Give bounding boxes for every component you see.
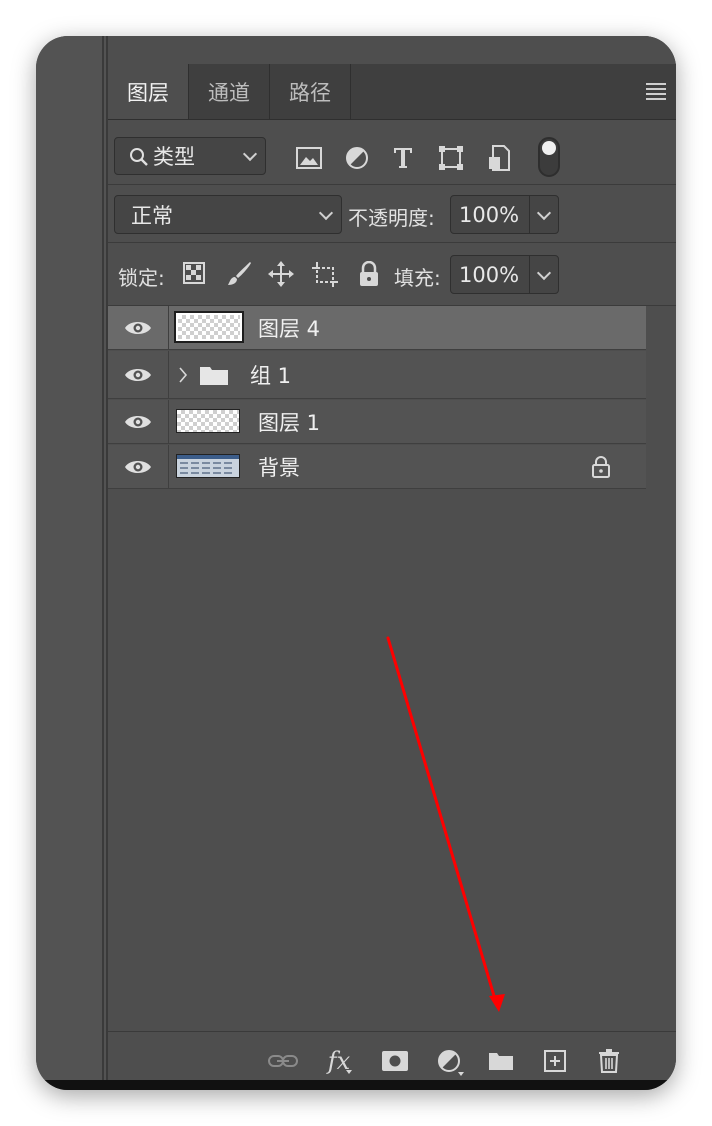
type-filter-icon[interactable]: [388, 144, 418, 172]
fill-label: 填充:: [394, 266, 441, 290]
folder-icon: [198, 363, 230, 387]
lock-transparent-pixels-icon[interactable]: [182, 261, 206, 285]
eye-icon: [125, 368, 151, 381]
adjustment-layer-icon[interactable]: [432, 1044, 466, 1078]
fill-input[interactable]: 100%: [450, 255, 530, 294]
layer-name[interactable]: 图层 1: [258, 400, 320, 443]
left-dock: [36, 36, 102, 1090]
filter-kind-label: 类型: [153, 145, 195, 169]
search-icon: [130, 148, 148, 166]
lock-artboard-icon[interactable]: [310, 259, 340, 289]
panel-menu-icon[interactable]: [646, 83, 666, 100]
chevron-right-icon[interactable]: [176, 365, 190, 385]
new-layer-icon[interactable]: [538, 1044, 572, 1078]
visibility-toggle[interactable]: [108, 351, 169, 398]
fill-dropdown-button[interactable]: [529, 255, 559, 294]
layer-mask-icon[interactable]: [378, 1044, 412, 1078]
opacity-dropdown-button[interactable]: [529, 195, 559, 234]
new-group-icon[interactable]: [484, 1044, 518, 1078]
lock-image-pixels-icon[interactable]: [224, 259, 254, 289]
layers-panel: 图层 通道 路径 类型 正常 不透明度: 100% 锁定: 填充: 100% 图…: [108, 36, 676, 1090]
layer-name[interactable]: 组 1: [250, 351, 291, 398]
layer-lock-icon: [590, 455, 612, 479]
layer-row[interactable]: 背景: [108, 445, 646, 489]
window-bottom-edge: [36, 1080, 676, 1090]
chevron-down-icon: [536, 205, 552, 220]
lock-position-icon[interactable]: [266, 259, 296, 289]
eye-icon: [125, 415, 151, 428]
lock-all-icon[interactable]: [356, 260, 382, 288]
link-layers-icon[interactable]: [266, 1044, 300, 1078]
chevron-down-icon: [318, 205, 334, 220]
delete-layer-icon[interactable]: [592, 1044, 626, 1078]
layer-row[interactable]: 组 1: [108, 351, 646, 399]
visibility-toggle[interactable]: [108, 306, 169, 349]
tab-paths-label: 路径: [289, 80, 331, 105]
chevron-down-icon: [536, 265, 552, 280]
smart-object-filter-icon[interactable]: [484, 144, 514, 172]
image-filter-icon[interactable]: [294, 144, 324, 172]
visibility-toggle[interactable]: [108, 400, 169, 443]
tab-channels[interactable]: 通道: [189, 64, 269, 119]
blend-row: 正常 不透明度: 100%: [108, 185, 676, 243]
layer-thumbnail[interactable]: [176, 409, 240, 433]
tab-layers[interactable]: 图层: [108, 64, 188, 119]
background-thumbnail[interactable]: [176, 454, 240, 478]
chevron-down-icon: [242, 146, 258, 162]
tab-layers-label: 图层: [127, 80, 169, 105]
tab-channels-label: 通道: [208, 80, 250, 105]
photoshop-window: 图层 通道 路径 类型 正常 不透明度: 100% 锁定: 填充: 100% 图…: [36, 36, 676, 1090]
shape-filter-icon[interactable]: [436, 144, 466, 172]
eye-icon: [125, 460, 151, 473]
opacity-value: 100%: [459, 202, 520, 227]
visibility-toggle[interactable]: [108, 445, 169, 488]
tab-paths[interactable]: 路径: [270, 64, 350, 119]
eye-icon: [125, 321, 151, 334]
tab-separator: [350, 64, 351, 119]
adjustment-filter-icon[interactable]: [342, 144, 372, 172]
layer-row[interactable]: 图层 1: [108, 400, 646, 444]
panel-top-strip: [108, 36, 676, 65]
layer-name[interactable]: 图层 4: [258, 306, 320, 349]
layer-row[interactable]: 图层 4: [108, 306, 646, 350]
dock-divider: [102, 36, 104, 1090]
blend-mode-value: 正常: [131, 203, 173, 228]
filter-toggle-icon[interactable]: [538, 137, 560, 177]
filter-row: 类型: [108, 120, 676, 185]
blend-mode-select[interactable]: 正常: [114, 195, 342, 234]
layer-name[interactable]: 背景: [258, 445, 300, 488]
filter-kind-select[interactable]: 类型: [114, 137, 266, 175]
layer-thumbnail[interactable]: [174, 311, 244, 343]
fill-value: 100%: [459, 262, 520, 287]
fx-icon[interactable]: fx: [322, 1044, 356, 1078]
lock-label: 锁定:: [118, 266, 165, 290]
lock-row: 锁定: 填充: 100%: [108, 243, 676, 306]
opacity-input[interactable]: 100%: [450, 195, 530, 234]
opacity-label: 不透明度:: [348, 206, 435, 230]
panel-tab-bar: 图层 通道 路径: [108, 64, 676, 120]
